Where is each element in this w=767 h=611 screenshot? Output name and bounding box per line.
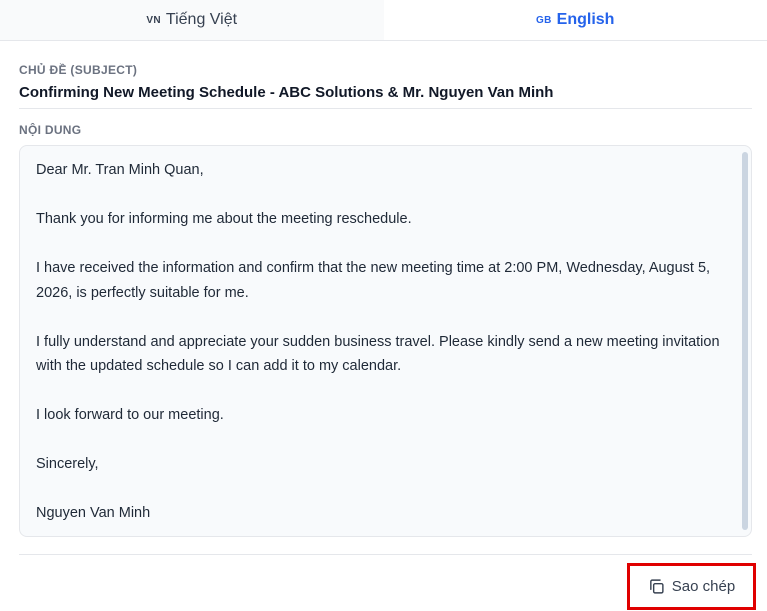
email-paragraph: I fully understand and appreciate your s…	[36, 333, 720, 375]
email-paragraph: Nguyen Van Minh	[36, 505, 151, 521]
tab-vietnamese-label: Tiếng Việt	[165, 11, 238, 28]
email-paragraph: I have received the information and conf…	[36, 260, 711, 301]
flag-gb-icon: GB	[536, 14, 552, 26]
tab-vietnamese[interactable]: VN Tiếng Việt	[0, 0, 384, 40]
copy-icon	[649, 579, 664, 594]
copy-button-label: Sao chép	[671, 578, 736, 595]
flag-vn-icon: VN	[146, 14, 161, 26]
subject-value: Confirming New Meeting Schedule - ABC So…	[19, 84, 554, 101]
email-paragraph: Thank you for informing me about the mee…	[36, 211, 412, 227]
email-paragraph: Sincerely,	[36, 456, 99, 472]
content-label: NỘI DUNG	[19, 123, 82, 137]
email-body-box[interactable]: Dear Mr. Tran Minh Quan, Thank you for i…	[19, 145, 752, 537]
email-paragraph: Dear Mr. Tran Minh Quan,	[36, 162, 204, 178]
email-body-text: Dear Mr. Tran Minh Quan, Thank you for i…	[36, 158, 726, 526]
tab-english-label: English	[556, 11, 615, 28]
scrollbar[interactable]	[742, 152, 748, 530]
email-paragraph: I look forward to our meeting.	[36, 407, 224, 423]
divider	[19, 108, 752, 109]
language-tabs: VN Tiếng Việt GB English	[0, 0, 767, 41]
copy-button[interactable]: Sao chép	[627, 563, 756, 610]
tab-english[interactable]: GB English	[383, 0, 767, 40]
divider	[19, 554, 752, 555]
subject-label: CHỦ ĐỀ (SUBJECT)	[19, 63, 138, 77]
